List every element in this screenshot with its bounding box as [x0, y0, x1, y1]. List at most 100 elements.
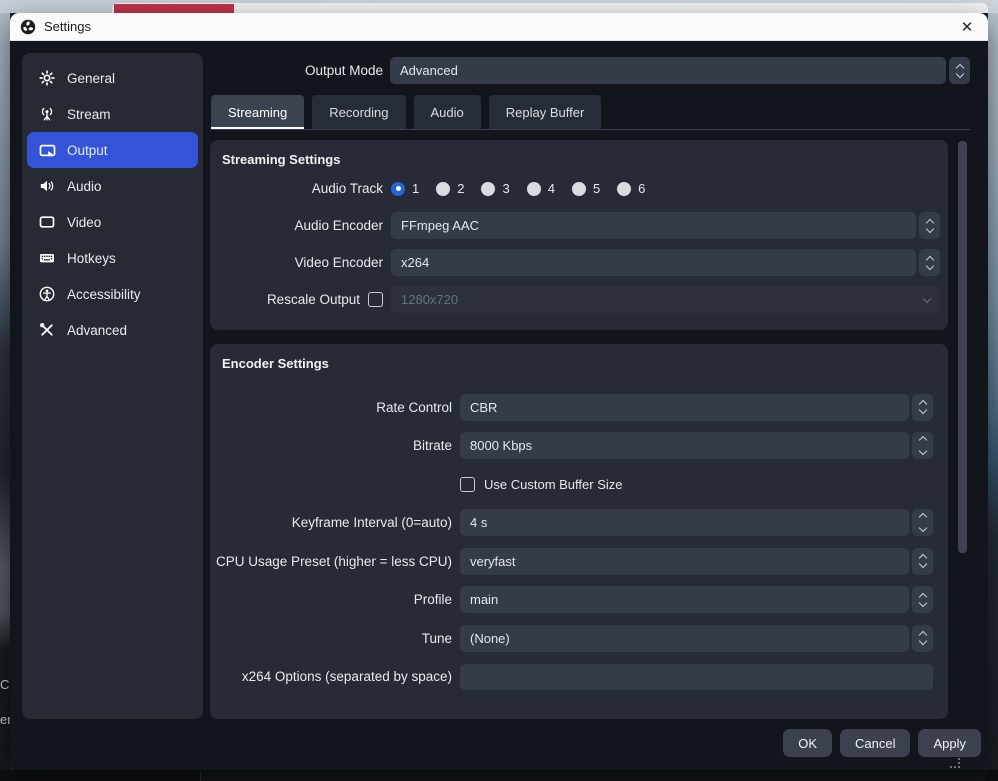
rescale-output-row: Rescale Output 1280x720 — [210, 281, 948, 318]
background-window-bar — [112, 3, 988, 13]
chevron-down-icon — [923, 295, 931, 303]
rate-control-select[interactable]: CBR — [460, 394, 933, 421]
x264-options-label: x264 Options (separated by space) — [210, 669, 452, 684]
cancel-button[interactable]: Cancel — [840, 729, 910, 757]
cpu-preset-row: CPU Usage Preset (higher = less CPU) ver… — [210, 542, 948, 581]
radio-icon[interactable] — [481, 182, 495, 196]
sidebar-item-output[interactable]: Output — [27, 132, 198, 168]
window-body: General Stream Output — [10, 41, 988, 770]
sidebar-item-advanced[interactable]: Advanced — [27, 312, 198, 348]
radio-icon[interactable] — [572, 182, 586, 196]
tune-select[interactable]: (None) — [460, 625, 933, 652]
settings-window: Settings ✕ General Stream — [10, 13, 988, 770]
keyframe-interval-label: Keyframe Interval (0=auto) — [210, 515, 452, 530]
custom-buffer-checkbox[interactable] — [460, 477, 475, 492]
sidebar: General Stream Output — [22, 53, 203, 719]
output-mode-select[interactable]: Advanced — [390, 57, 970, 84]
video-encoder-label: Video Encoder — [210, 255, 383, 270]
dialog-footer: OK Cancel Apply — [783, 729, 981, 757]
profile-select[interactable]: main — [460, 586, 933, 613]
radio-selected-icon[interactable] — [391, 182, 405, 196]
broadcast-icon — [38, 105, 56, 123]
sidebar-item-stream[interactable]: Stream — [27, 96, 198, 132]
tab-audio[interactable]: Audio — [414, 95, 481, 129]
tab-replay-buffer[interactable]: Replay Buffer — [489, 95, 602, 129]
rescale-output-labelcell: Rescale Output — [210, 292, 383, 307]
bitrate-label: Bitrate — [210, 438, 452, 453]
rescale-output-label: Rescale Output — [267, 292, 360, 307]
ok-button[interactable]: OK — [783, 729, 832, 757]
tune-row: Tune (None) — [210, 619, 948, 658]
monitor-icon — [38, 213, 56, 231]
background-red-bar — [114, 4, 234, 13]
output-tabs: Streaming Recording Audio Replay Buffer — [211, 95, 609, 129]
audio-track-option[interactable]: 4 — [527, 181, 555, 196]
close-icon[interactable]: ✕ — [956, 16, 978, 38]
sidebar-item-video[interactable]: Video — [27, 204, 198, 240]
keyboard-icon — [38, 249, 56, 267]
audio-encoder-label: Audio Encoder — [210, 218, 383, 233]
x264-options-input[interactable] — [460, 664, 933, 690]
encoder-settings-panel: Encoder Settings Rate Control CBR Bitrat… — [210, 344, 948, 719]
sidebar-item-hotkeys[interactable]: Hotkeys — [27, 240, 198, 276]
rate-control-row: Rate Control CBR — [210, 388, 948, 427]
audio-track-option[interactable]: 2 — [436, 181, 464, 196]
chevron-updown-icon[interactable] — [912, 625, 933, 652]
chevron-updown-icon[interactable] — [912, 586, 933, 613]
apply-button[interactable]: Apply — [918, 729, 981, 757]
radio-icon[interactable] — [617, 182, 631, 196]
chevron-updown-icon[interactable] — [912, 548, 933, 575]
video-encoder-select[interactable]: x264 — [391, 249, 940, 276]
resize-grip[interactable] — [951, 759, 960, 768]
sidebar-item-label: Stream — [67, 107, 111, 122]
chevron-updown-icon[interactable] — [919, 212, 940, 239]
sidebar-item-label: Audio — [67, 179, 102, 194]
rescale-resolution-select: 1280x720 — [391, 286, 940, 313]
custom-buffer-label: Use Custom Buffer Size — [484, 477, 622, 492]
audio-track-option[interactable]: 5 — [572, 181, 600, 196]
tools-icon — [38, 321, 56, 339]
custom-buffer-control: Use Custom Buffer Size — [460, 477, 933, 492]
output-mode-value[interactable]: Advanced — [390, 57, 946, 84]
bitrate-row: Bitrate 8000 Kbps — [210, 427, 948, 466]
bitrate-spinbox[interactable]: 8000 Kbps — [460, 432, 933, 459]
chevron-updown-icon[interactable] — [919, 249, 940, 276]
tab-recording[interactable]: Recording — [312, 95, 405, 129]
chevron-updown-icon[interactable] — [949, 57, 970, 84]
desktop-top-strip — [0, 0, 998, 13]
sidebar-item-label: General — [67, 71, 115, 86]
keyframe-interval-row: Keyframe Interval (0=auto) 4 s — [210, 504, 948, 543]
section-title: Streaming Settings — [222, 150, 948, 170]
audio-track-option[interactable]: 1 — [391, 181, 419, 196]
desktop-right-strip — [988, 13, 998, 781]
output-icon — [38, 141, 56, 159]
tab-streaming[interactable]: Streaming — [211, 95, 304, 129]
spinner-arrows-icon[interactable] — [912, 509, 933, 536]
video-encoder-row: Video Encoder x264 — [210, 244, 948, 281]
chevron-updown-icon[interactable] — [912, 394, 933, 421]
audio-track-option[interactable]: 6 — [617, 181, 645, 196]
keyframe-interval-spinbox[interactable]: 4 s — [460, 509, 933, 536]
accessibility-icon — [38, 285, 56, 303]
rescale-output-checkbox[interactable] — [368, 292, 383, 307]
radio-icon[interactable] — [527, 182, 541, 196]
cpu-preset-select[interactable]: veryfast — [460, 548, 933, 575]
tabs-separator — [210, 129, 970, 130]
cpu-preset-label: CPU Usage Preset (higher = less CPU) — [210, 554, 452, 569]
vertical-scrollbar-thumb[interactable] — [958, 141, 967, 553]
sidebar-item-audio[interactable]: Audio — [27, 168, 198, 204]
radio-icon[interactable] — [436, 182, 450, 196]
streaming-settings-panel: Streaming Settings Audio Track 1 2 3 4 5… — [210, 140, 948, 330]
sidebar-item-label: Advanced — [67, 323, 127, 338]
audio-track-label: Audio Track — [210, 181, 383, 196]
custom-buffer-row: Use Custom Buffer Size — [210, 465, 948, 504]
audio-track-option[interactable]: 3 — [481, 181, 509, 196]
sidebar-item-label: Video — [67, 215, 101, 230]
output-mode-label: Output Mode — [140, 57, 383, 84]
spinner-arrows-icon[interactable] — [912, 432, 933, 459]
sidebar-item-accessibility[interactable]: Accessibility — [27, 276, 198, 312]
audio-encoder-select[interactable]: FFmpeg AAC — [391, 212, 940, 239]
audio-track-row: Audio Track 1 2 3 4 5 6 — [210, 170, 948, 207]
titlebar[interactable]: Settings ✕ — [10, 13, 988, 41]
desktop-left-strip — [0, 13, 10, 781]
